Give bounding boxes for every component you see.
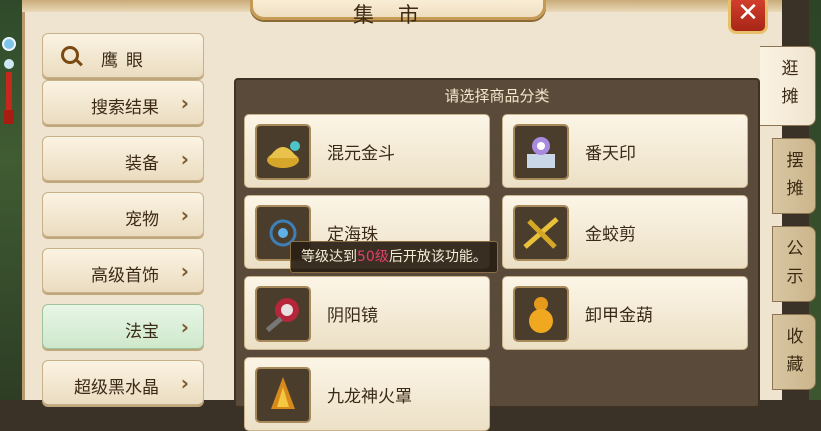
goods-header: 请选择商品分类 — [444, 87, 550, 105]
goods-item-yinyang-jing[interactable]: 阴阳镜 — [244, 276, 490, 350]
category-label: 搜索结果 — [91, 98, 159, 118]
fire-cover-icon — [255, 367, 311, 423]
tab-label: 收藏 — [786, 327, 804, 375]
category-label: 高级首饰 — [91, 266, 159, 286]
goods-item-name: 金蛟剪 — [585, 225, 636, 245]
search-label: 鹰眼 — [101, 51, 151, 71]
category-label: 法宝 — [125, 322, 159, 342]
category-label: 超级黑水晶 — [74, 378, 159, 398]
tab-label: 公示 — [786, 239, 804, 287]
category-item-pets[interactable]: 宠物 › — [42, 192, 204, 237]
goods-item-xiejia-jinhu[interactable]: 卸甲金葫 — [502, 276, 748, 350]
goods-item-jinjiao-jian[interactable]: 金蛟剪 — [502, 195, 748, 269]
category-item-magic-treasure[interactable]: 法宝 › — [42, 304, 204, 349]
close-icon: ✕ — [737, 0, 759, 28]
goods-item-name: 九龙神火罩 — [327, 387, 412, 407]
tab-favorites[interactable]: 收藏 — [772, 314, 816, 390]
goods-item-name: 阴阳镜 — [327, 306, 378, 326]
tassel-ornament-icon — [2, 37, 16, 124]
tab-label: 逛摊 — [781, 59, 799, 107]
chevron-right-icon: › — [180, 259, 189, 283]
chevron-right-icon: › — [180, 203, 189, 227]
level-requirement-tooltip: 等级达到50级后开放该功能。 — [290, 241, 498, 273]
tooltip-level: 50级 — [357, 249, 389, 265]
window-title-plaque: 集市 — [250, 0, 546, 27]
window-title: 集市 — [353, 3, 443, 27]
tooltip-prefix: 等级达到 — [301, 249, 357, 265]
goods-item-name: 卸甲金葫 — [585, 306, 653, 326]
goods-item-name: 混元金斗 — [327, 144, 395, 164]
category-item-black-crystal[interactable]: 超级黑水晶 › — [42, 360, 204, 405]
goods-item-jiulong-shenhuozhao[interactable]: 九龙神火罩 — [244, 357, 490, 431]
goods-item-hunyuan-jindou[interactable]: 混元金斗 — [244, 114, 490, 188]
chevron-right-icon: › — [180, 91, 189, 115]
chevron-right-icon: › — [180, 147, 189, 171]
close-button[interactable]: ✕ — [728, 0, 768, 34]
seal-icon — [513, 124, 569, 180]
category-item-equipment[interactable]: 装备 › — [42, 136, 204, 181]
tab-publicity[interactable]: 公示 — [772, 226, 816, 302]
category-item-search-results[interactable]: 搜索结果 › — [42, 80, 204, 125]
golden-scissors-icon — [513, 205, 569, 261]
gourd-icon — [513, 286, 569, 342]
chevron-right-icon: › — [180, 315, 189, 339]
goods-item-fantian-yin[interactable]: 番天印 — [502, 114, 748, 188]
search-button[interactable]: 鹰眼 — [42, 33, 204, 78]
golden-cauldron-icon — [255, 124, 311, 180]
category-label: 宠物 — [125, 210, 159, 230]
search-icon — [61, 46, 79, 64]
category-item-jewelry[interactable]: 高级首饰 › — [42, 248, 204, 293]
tab-set-up-stall[interactable]: 摆摊 — [772, 138, 816, 214]
mirror-icon — [255, 286, 311, 342]
goods-item-name: 番天印 — [585, 144, 636, 164]
tab-label: 摆摊 — [786, 151, 804, 199]
category-label: 装备 — [125, 154, 159, 174]
tab-browse-stalls[interactable]: 逛摊 — [760, 46, 816, 126]
chevron-right-icon: › — [180, 371, 189, 395]
tooltip-suffix: 后开放该功能。 — [388, 249, 487, 265]
